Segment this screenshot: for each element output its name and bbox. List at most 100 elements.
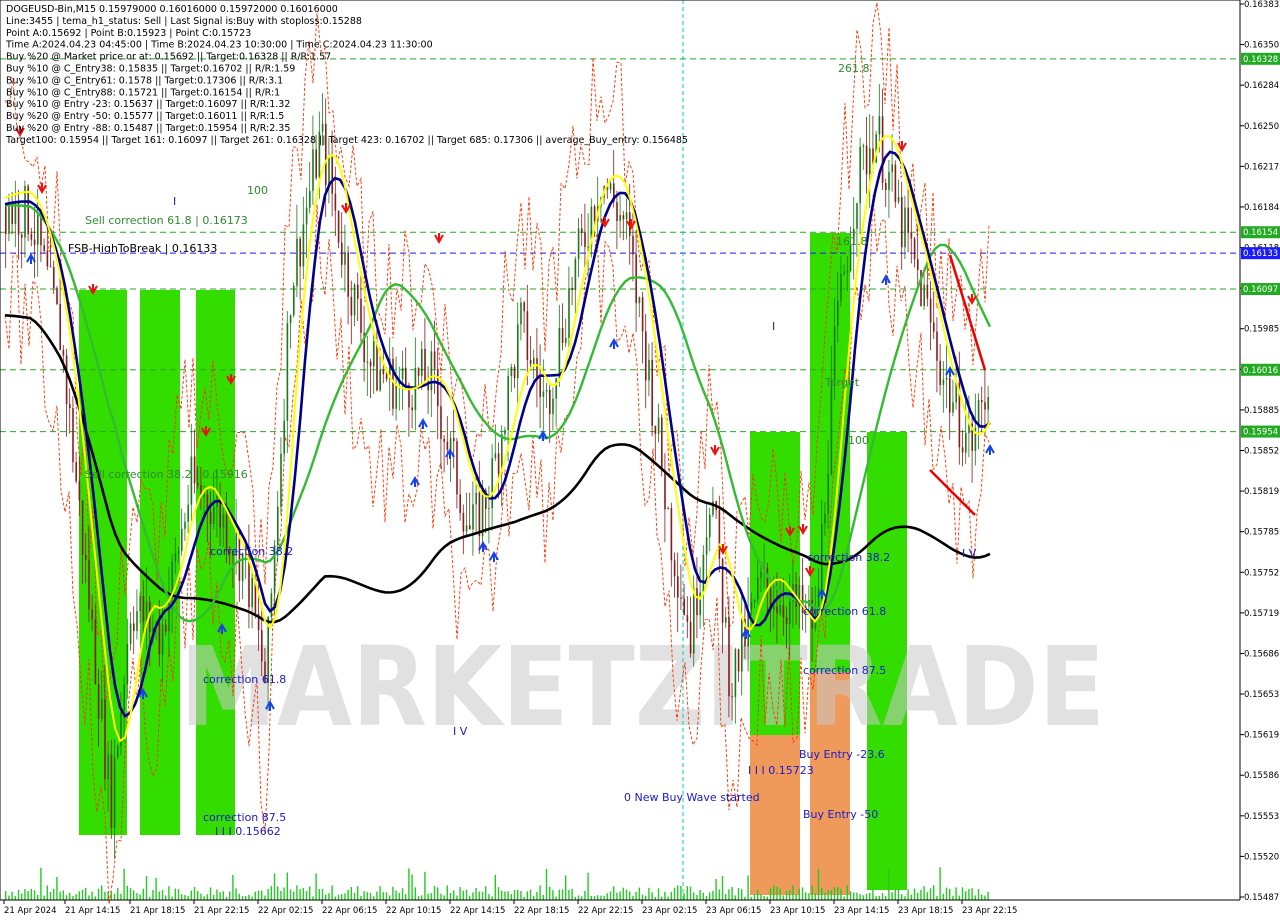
candle-body: [168, 598, 170, 632]
volume-bar: [472, 892, 474, 900]
candle-body: [62, 350, 65, 356]
price-tick-label: 0.16383: [1244, 0, 1279, 10]
volume-bar: [165, 895, 167, 900]
volume-bar: [904, 896, 906, 900]
correction-875-left-label: correction 87.5: [203, 811, 286, 824]
candle-body: [433, 351, 436, 369]
volume-bar: [846, 885, 848, 900]
candle-body: [177, 551, 180, 554]
candle-body: [315, 149, 317, 178]
volume-bar: [645, 895, 647, 900]
volume-bar: [737, 888, 740, 900]
candle-body: [129, 623, 132, 644]
volume-bar: [933, 885, 935, 900]
candle-body: [353, 284, 356, 316]
volume-bar: [43, 895, 45, 900]
volume-bar: [897, 886, 900, 900]
candle-body: [385, 374, 388, 379]
candle-body: [88, 559, 90, 610]
candle-body: [961, 447, 964, 453]
volume-bar: [597, 895, 599, 900]
wave-i-label: I: [173, 195, 176, 208]
volume-bar: [219, 892, 221, 900]
volume-bar: [600, 895, 602, 900]
correction-875-right-label: correction 87.5: [803, 664, 886, 677]
volume-bar: [526, 891, 528, 900]
price-tick-label: 0.15619: [1244, 731, 1279, 741]
time-tick-label: 21 Apr 2024: [4, 906, 57, 916]
volume-bar: [184, 894, 186, 900]
candle-body: [293, 285, 295, 316]
candle-body: [107, 754, 109, 780]
volume-bar: [325, 894, 327, 900]
candle-body: [750, 601, 753, 610]
candle-body: [593, 206, 596, 222]
volume-bar: [427, 893, 429, 900]
volume-bar: [257, 890, 260, 900]
volume-bar: [11, 891, 13, 900]
volume-bar: [475, 887, 477, 900]
volume-bar: [75, 894, 77, 900]
candle-body: [760, 571, 762, 578]
volume-bar: [817, 869, 820, 900]
volume-bar: [376, 891, 378, 900]
wave-iii-right-label: I I I 0.15723: [748, 764, 814, 777]
candle-body: [27, 185, 29, 235]
volume-bar: [366, 892, 368, 900]
volume-bar: [187, 896, 189, 900]
time-tick-label: 23 Apr 02:15: [642, 906, 697, 916]
candle-body: [97, 684, 100, 719]
time-tick-label: 22 Apr 14:15: [450, 906, 505, 916]
volume-bar: [952, 895, 954, 900]
time-tick-label: 23 Apr 22:15: [962, 906, 1017, 916]
volume-bar: [177, 889, 180, 900]
volume-bar: [549, 886, 551, 900]
volume-bar: [779, 888, 781, 900]
volume-bar: [17, 889, 20, 900]
volume-bar: [481, 891, 484, 900]
volume-bar: [209, 887, 212, 900]
volume-bar: [603, 895, 605, 900]
price-tick-label: 0.15885: [1244, 406, 1279, 416]
candle-body: [504, 430, 506, 435]
volume-bar: [331, 885, 333, 900]
volume-bar: [728, 889, 730, 900]
volume-bar: [216, 889, 218, 900]
candle-body: [184, 521, 186, 529]
time-tick-label: 23 Apr 10:15: [770, 906, 825, 916]
volume-bar: [126, 885, 128, 900]
candle-body: [510, 366, 513, 377]
candle-body: [472, 504, 474, 530]
volume-bar: [222, 891, 224, 900]
candle-body: [417, 367, 420, 376]
volume-bar: [382, 892, 384, 900]
volume-bar: [763, 895, 765, 900]
volume-bar: [139, 894, 141, 900]
candle-body: [469, 525, 471, 530]
green-zone-2: [196, 290, 235, 835]
volume-bar: [632, 895, 634, 900]
volume-bar: [72, 896, 74, 900]
volume-bar: [5, 891, 7, 900]
candle-body: [37, 215, 39, 245]
candle-body: [203, 494, 205, 498]
candle-body: [577, 228, 580, 260]
time-tick-label: 22 Apr 06:15: [322, 906, 377, 916]
volume-bar: [30, 888, 32, 900]
candle-body: [344, 252, 346, 265]
candle-body: [846, 271, 849, 273]
trading-chart[interactable]: MARKETZITRADE 261.8 100 Sell correction …: [0, 0, 1280, 920]
volume-bar: [731, 886, 733, 900]
volume-bar: [462, 890, 464, 900]
candle-body: [654, 425, 657, 434]
candle-body: [843, 272, 845, 275]
candle-body: [401, 367, 404, 380]
candle-body: [475, 492, 477, 505]
volume-bar: [81, 889, 84, 900]
volume-bar: [907, 889, 909, 900]
candle-body: [734, 649, 737, 698]
volume-bar: [213, 895, 215, 900]
volume-bar: [155, 877, 157, 900]
candle-body: [85, 554, 87, 560]
volume-bar: [46, 885, 48, 900]
